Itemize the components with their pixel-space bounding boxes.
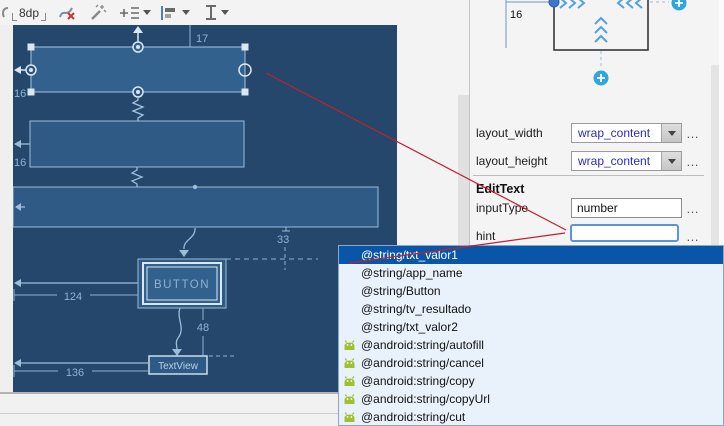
hint-more-button[interactable]: … [686, 229, 700, 244]
pack-button[interactable] [204, 0, 218, 25]
dropdown-item[interactable]: @string/txt_valor2 [339, 318, 723, 336]
dropdown-item[interactable]: @android:string/cut [339, 408, 723, 426]
chevron-down-icon [668, 159, 676, 164]
android-icon [343, 339, 356, 351]
default-margin-button[interactable]: 8dp [12, 0, 46, 25]
chevron-down-icon [221, 10, 229, 15]
bracket-tick [12, 13, 17, 21]
dropdown-item-selected[interactable]: @string/txt_valor1 [339, 246, 723, 264]
inspector-widget-box [554, 0, 648, 50]
margin-label-17: 17 [196, 33, 208, 45]
section-divider [473, 175, 704, 176]
clipped-icon [0, 0, 8, 25]
guidelines-button[interactable] [120, 0, 140, 25]
default-margin-value: 8dp [19, 6, 39, 20]
layout-width-combo[interactable]: wrap_content [571, 123, 682, 143]
attributes-scrollbar[interactable] [711, 65, 719, 247]
dropdown-item[interactable]: @android:string/cancel [339, 354, 723, 372]
string-resource-dropdown: @string/txt_valor1 @string/app_name @str… [338, 245, 724, 426]
align-button[interactable] [160, 0, 178, 25]
chevron-down-icon [182, 10, 190, 15]
add-constraint-right-button[interactable] [672, 0, 687, 11]
align-left-icon [160, 5, 178, 21]
editor-left-gutter [0, 25, 13, 392]
constraint-anchor-top[interactable] [133, 42, 143, 52]
constraint-anchor-left[interactable] [26, 65, 36, 75]
dropdown-item[interactable]: @string/app_name [339, 264, 723, 282]
combo-dropdown-button[interactable] [661, 152, 681, 170]
distance-label-48: 48 [197, 322, 209, 334]
edittext2-widget[interactable] [30, 121, 244, 167]
clear-constraints-button[interactable] [57, 0, 77, 25]
android-icon [343, 375, 356, 387]
textview-label: TextView [158, 361, 199, 372]
dropdown-item[interactable]: @android:string/autofill [339, 336, 723, 354]
wide-widget[interactable] [13, 187, 378, 227]
distance-label-124: 124 [64, 291, 82, 303]
inspector-margin-line [506, 0, 550, 48]
pack-dropdown-caret[interactable] [221, 0, 229, 25]
layout-width-value: wrap_content [572, 126, 661, 140]
layout-height-combo[interactable]: wrap_content [571, 151, 682, 171]
margin-label-16a: 16 [14, 88, 26, 100]
distance-label-136: 136 [66, 367, 84, 379]
magic-wand-icon [88, 3, 108, 23]
hint-label: hint [476, 229, 495, 243]
hint-field[interactable] [570, 224, 679, 242]
edittext-section-header: EditText [476, 182, 524, 196]
inputtype-label: inputType [476, 201, 528, 215]
edittext-widget[interactable] [31, 47, 245, 92]
constraint-anchor-bottom[interactable] [133, 87, 143, 97]
inputtype-field[interactable]: number [571, 198, 682, 218]
layout-width-label: layout_width [476, 126, 543, 140]
layout-width-more-button[interactable]: … [686, 126, 700, 141]
chevron-down-icon [143, 10, 151, 15]
margin-label-16b: 16 [14, 157, 26, 169]
android-icon [343, 411, 356, 423]
layout-height-more-button[interactable]: … [686, 154, 700, 169]
bracket-tick [41, 13, 46, 21]
android-icon [343, 357, 356, 369]
inputtype-more-button[interactable]: … [686, 201, 700, 216]
layout-height-value: wrap_content [572, 154, 661, 168]
distribute-vertical-icon [204, 4, 218, 21]
anchor-dot [193, 185, 197, 189]
dropdown-item[interactable]: @string/Button [339, 282, 723, 300]
dropdown-item[interactable]: @android:string/copy [339, 372, 723, 390]
guidelines-icon [120, 4, 140, 22]
infer-constraints-button[interactable] [88, 0, 108, 25]
android-studio-layout-editor: 8dp [0, 0, 724, 426]
add-constraint-bottom-button[interactable] [594, 71, 609, 86]
dropdown-item[interactable]: @string/tv_resultado [339, 300, 723, 318]
clear-constraints-icon [57, 3, 77, 23]
inspector-margin-value: 16 [510, 9, 522, 21]
margin-label-33: 33 [277, 234, 289, 246]
align-dropdown-caret[interactable] [182, 0, 190, 25]
guidelines-dropdown-caret[interactable] [143, 0, 151, 25]
button-label: BUTTON [154, 279, 210, 291]
combo-dropdown-button[interactable] [661, 124, 681, 142]
dropdown-item[interactable]: @android:string/copyUrl [339, 390, 723, 408]
chevron-down-icon [668, 131, 676, 136]
connected-anchor-dot[interactable] [549, 0, 559, 7]
constraint-inspector[interactable]: 16 [470, 0, 724, 120]
design-toolbar: 8dp [0, 0, 469, 25]
android-icon [343, 393, 356, 405]
layout-height-label: layout_height [476, 154, 547, 168]
